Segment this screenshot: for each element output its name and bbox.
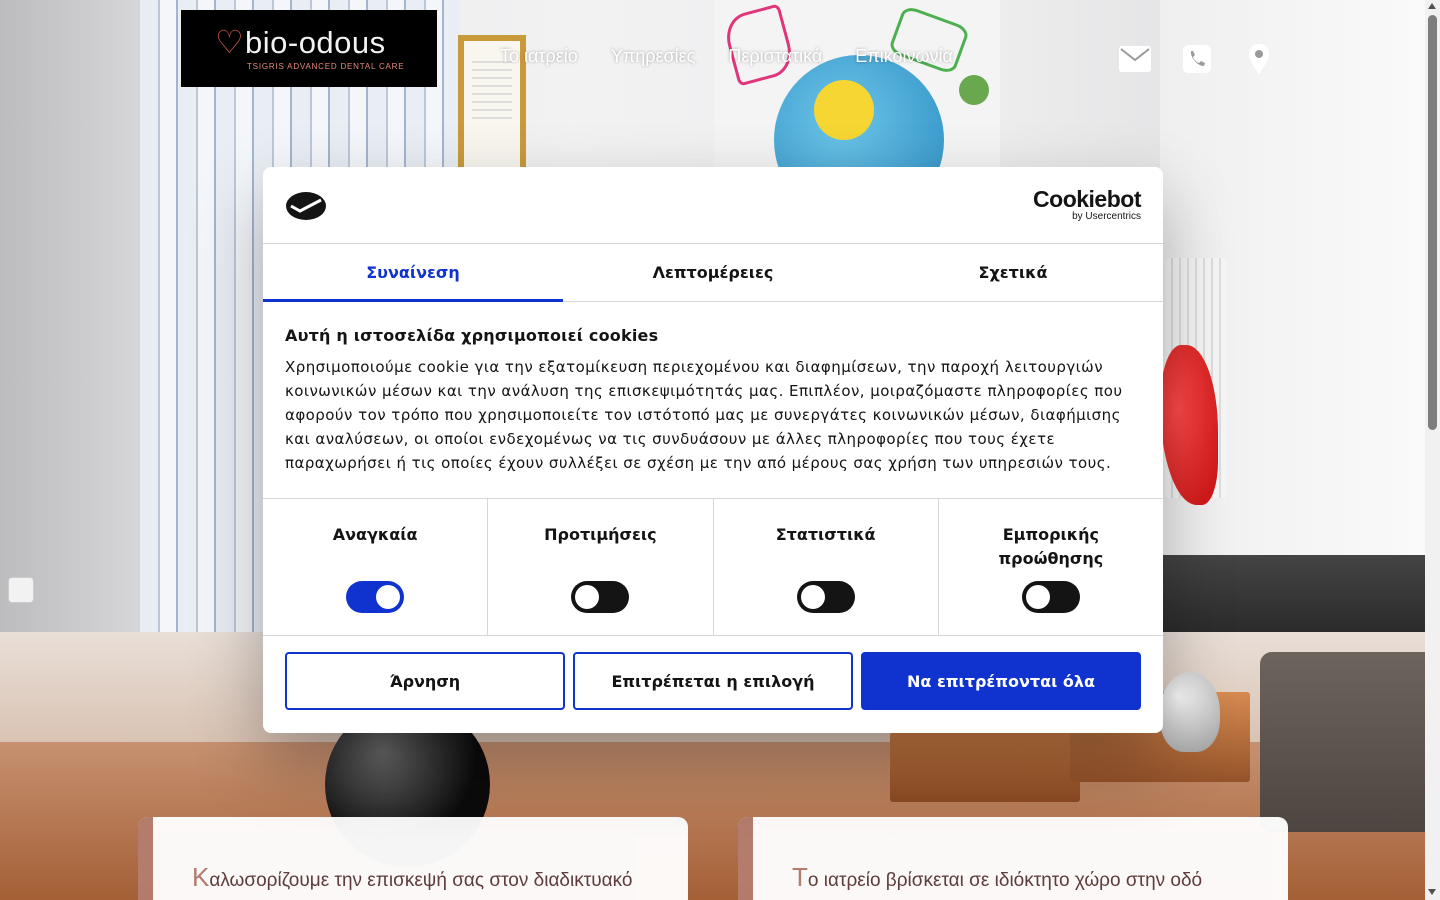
artwork-scribble	[959, 75, 989, 105]
flower-vase	[1160, 672, 1220, 752]
wall-artwork	[714, 0, 1000, 170]
phone-icon[interactable]	[1180, 42, 1214, 76]
nav-item-contact[interactable]: Επικοινωνία	[855, 46, 953, 67]
card-text: ο ιατρείο βρίσκεται σε ιδιόκτητο χώρο στ…	[807, 870, 1203, 891]
dialog-tabs: Συναίνεση Λεπτομέρειες Σχετικά	[263, 244, 1163, 302]
consent-toggles: Αναγκαία Προτιμήσεις Στατιστικά Εμπορική…	[263, 499, 1163, 636]
toggle-label: Αναγκαία	[332, 525, 418, 544]
dropcap: Κ	[192, 862, 210, 892]
page-scrollbar[interactable]	[1425, 0, 1440, 900]
dialog-description: Χρησιμοποιούμε cookie για την εξατομίκευ…	[285, 358, 1123, 472]
toggle-necessary: Αναγκαία	[263, 499, 489, 635]
switch-knob	[575, 585, 600, 609]
certificate-text	[472, 61, 512, 121]
logo-name: bio-odous	[245, 25, 386, 60]
card-text: αλωσορίζουμε την επισκεψή σας στον διαδι…	[209, 870, 633, 891]
marketing-switch[interactable]	[1021, 581, 1080, 613]
wooden-table	[890, 732, 1080, 802]
cookiebot-logo-icon	[286, 192, 326, 220]
card-accent	[138, 817, 153, 900]
toggle-label: Στατιστικά	[775, 525, 876, 544]
toggle-label: Εμπορικής προώθησης	[998, 525, 1104, 568]
switch-knob	[376, 585, 401, 609]
necessary-switch[interactable]	[346, 581, 405, 613]
toggle-label: Προτιμήσεις	[544, 525, 657, 544]
location-card: Το ιατρείο βρίσκεται σε ιδιόκτητο χώρο σ…	[738, 817, 1288, 900]
tab-about[interactable]: Σχετικά	[863, 244, 1163, 301]
cookiebot-brand[interactable]: Cookiebot by Usercentrics	[1033, 187, 1141, 223]
cookiebot-name: Cookiebot	[1033, 186, 1141, 212]
dropcap: Τ	[792, 862, 808, 892]
preferences-switch[interactable]	[571, 581, 630, 613]
dark-floor	[1160, 555, 1425, 632]
artwork-face	[814, 80, 874, 140]
welcome-text: Καλωσορίζουμε την επισκεψή σας στον διαδ…	[192, 862, 632, 893]
tab-consent[interactable]: Συναίνεση	[263, 244, 563, 302]
switch-knob	[1025, 585, 1050, 609]
contact-icons	[1118, 42, 1276, 76]
dialog-buttons: Άρνηση Επιτρέπεται η επιλογή Να επιτρέπο…	[263, 636, 1163, 726]
scroll-down-arrow-icon[interactable]	[1428, 889, 1436, 895]
dialog-header: Cookiebot by Usercentrics	[263, 167, 1163, 244]
artwork-scribble	[720, 3, 798, 87]
statistics-switch[interactable]	[796, 581, 855, 613]
toggle-preferences: Προτιμήσεις	[488, 499, 714, 635]
nav-item-clinic[interactable]: Το ιατρείο	[500, 46, 578, 67]
dialog-body: Αυτή η ιστοσελίδα χρησιμοποιεί cookies Χ…	[263, 302, 1163, 499]
wall-socket	[8, 577, 34, 603]
wall-shadow	[0, 0, 150, 632]
toggle-statistics: Στατιστικά	[714, 499, 939, 635]
toggle-marketing: Εμπορικής προώθησης	[939, 499, 1163, 635]
main-nav: Το ιατρείο Υπηρεσίες Περιστατικά Επικοιν…	[500, 46, 953, 67]
dialog-heading: Αυτή η ιστοσελίδα χρησιμοποιεί cookies	[285, 326, 659, 345]
sofa	[1260, 652, 1425, 832]
allow-all-button[interactable]: Να επιτρέπονται όλα	[861, 652, 1141, 710]
heart-logo-icon: ♡	[215, 23, 244, 61]
welcome-card: Καλωσορίζουμε την επισκεψή σας στον διαδ…	[138, 817, 688, 900]
location-text: Το ιατρείο βρίσκεται σε ιδιόκτητο χώρο σ…	[792, 862, 1202, 893]
cookiebot-sub: by Usercentrics	[1072, 211, 1141, 222]
tab-details[interactable]: Λεπτομέρειες	[563, 244, 863, 301]
allow-selection-button[interactable]: Επιτρέπεται η επιλογή	[573, 652, 853, 710]
deny-button[interactable]: Άρνηση	[285, 652, 565, 710]
nav-item-services[interactable]: Υπηρεσίες	[611, 46, 696, 67]
scrollbar-thumb[interactable]	[1428, 15, 1437, 430]
card-accent	[738, 817, 753, 900]
switch-knob	[800, 585, 825, 609]
site-logo[interactable]: ♡ bio-odous TSIGRIS ADVANCED DENTAL CARE	[181, 10, 437, 87]
cookie-consent-dialog: Cookiebot by Usercentrics Συναίνεση Λεπτ…	[263, 167, 1163, 733]
logo-tagline: TSIGRIS ADVANCED DENTAL CARE	[247, 62, 405, 71]
scroll-up-arrow-icon[interactable]	[1428, 3, 1436, 9]
envelope-icon[interactable]	[1118, 42, 1152, 76]
map-marker-icon[interactable]	[1242, 42, 1276, 76]
nav-item-cases[interactable]: Περιστατικά	[728, 46, 822, 67]
